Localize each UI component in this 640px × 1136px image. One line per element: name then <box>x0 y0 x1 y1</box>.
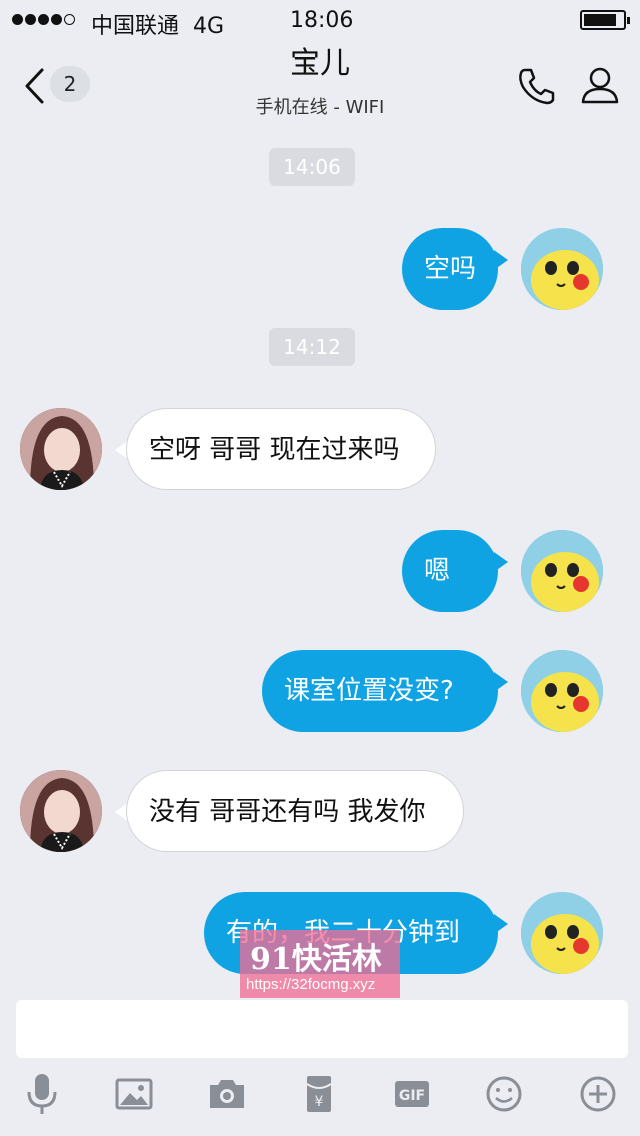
contact-avatar[interactable] <box>20 408 102 490</box>
red-packet-icon: ¥ <box>306 1076 332 1112</box>
emoji-button[interactable] <box>478 1068 530 1120</box>
contact-avatar[interactable] <box>20 770 102 852</box>
camera-icon <box>210 1080 244 1108</box>
pikachu-avatar-image <box>521 892 603 974</box>
status-bar: 中国联通 4G 18:06 <box>0 0 640 40</box>
status-time: 18:06 <box>290 8 354 33</box>
gif-icon: GIF <box>395 1081 429 1107</box>
message-bubble-outgoing[interactable]: 课室位置没变? <box>262 650 498 732</box>
voice-button[interactable] <box>16 1068 68 1120</box>
pikachu-avatar-image <box>521 228 603 310</box>
battery-icon <box>580 10 630 30</box>
phone-call-button[interactable] <box>514 64 558 108</box>
input-toolbar: ¥ GIF <box>0 1068 640 1128</box>
message-bubble-outgoing[interactable]: 嗯 <box>402 530 498 612</box>
camera-button[interactable] <box>201 1068 253 1120</box>
gif-button[interactable]: GIF <box>386 1068 438 1120</box>
emoji-icon <box>486 1076 522 1112</box>
signal-strength-icon <box>12 14 75 25</box>
plus-icon <box>580 1076 616 1112</box>
bubble-tail <box>494 914 508 934</box>
bubble-tail <box>494 552 508 572</box>
svg-text:¥: ¥ <box>315 1094 324 1110</box>
carrier-label: 中国联通 4G <box>91 14 225 39</box>
image-button[interactable] <box>108 1068 160 1120</box>
bubble-tail <box>494 250 508 270</box>
timestamp-chip: 14:12 <box>269 328 355 366</box>
watermark-text: 91快活林 <box>250 942 382 977</box>
more-button[interactable] <box>572 1068 624 1120</box>
message-bubble-incoming[interactable]: 空呀 哥哥 现在过来吗 <box>126 408 436 490</box>
person-icon <box>581 67 619 104</box>
timestamp-chip: 14:06 <box>269 148 355 186</box>
bubble-tail <box>494 672 508 692</box>
image-icon <box>115 1078 153 1110</box>
contact-profile-button[interactable] <box>578 64 622 108</box>
phone-icon <box>519 68 555 105</box>
my-avatar[interactable] <box>521 530 603 612</box>
contact-avatar-image <box>20 770 102 852</box>
red-packet-button[interactable]: ¥ <box>293 1068 345 1120</box>
message-bubble-incoming[interactable]: 没有 哥哥还有吗 我发你 <box>126 770 464 852</box>
message-bubble-outgoing[interactable]: 空吗 <box>402 228 498 310</box>
message-input[interactable] <box>16 1000 628 1058</box>
microphone-icon <box>27 1074 57 1114</box>
pikachu-avatar-image <box>521 650 603 732</box>
contact-avatar-image <box>20 408 102 490</box>
network-type: 4G <box>193 14 225 39</box>
svg-text:GIF: GIF <box>399 1088 425 1104</box>
pikachu-avatar-image <box>521 530 603 612</box>
my-avatar[interactable] <box>521 228 603 310</box>
watermark-url: https://32focmg.xyz <box>246 976 376 993</box>
watermark-overlay: 91快活林 https://32focmg.xyz <box>240 930 400 998</box>
my-avatar[interactable] <box>521 650 603 732</box>
my-avatar[interactable] <box>521 892 603 974</box>
